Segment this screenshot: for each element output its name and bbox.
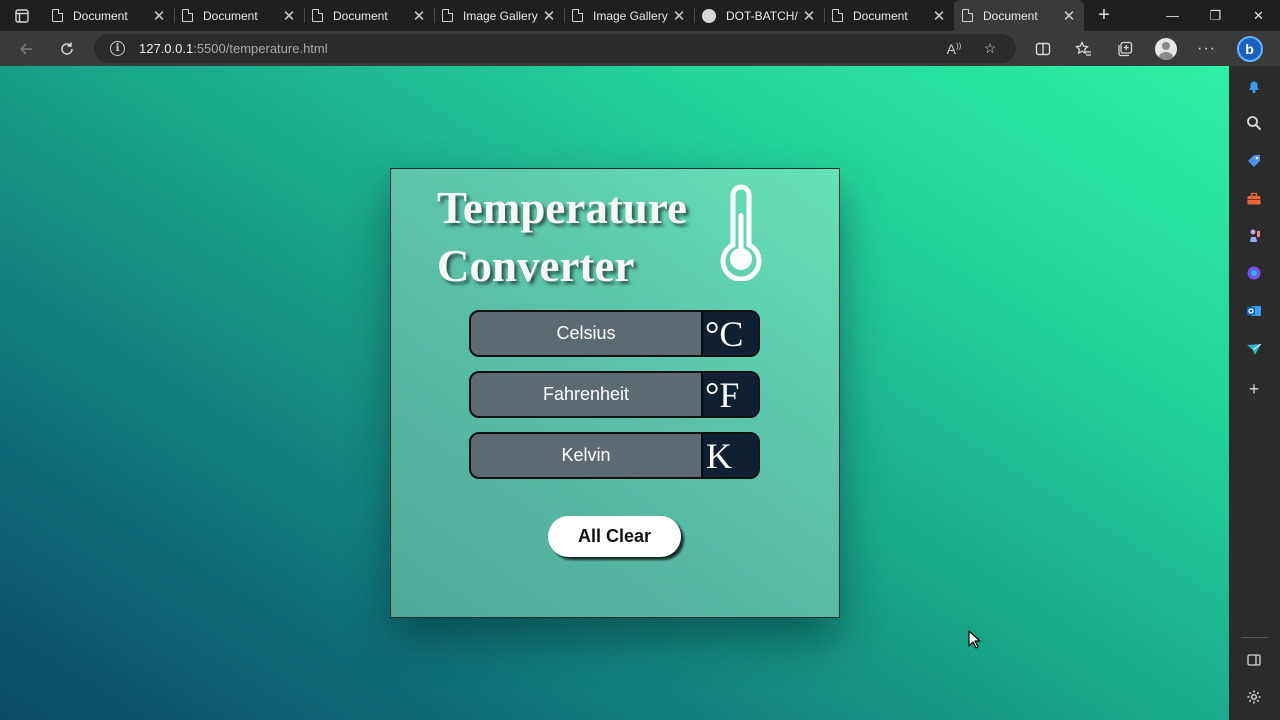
url-path: :5500/temperature.html xyxy=(193,41,328,56)
toolbox-icon[interactable] xyxy=(1245,190,1263,208)
chess-icon[interactable] xyxy=(1245,227,1263,245)
add-icon[interactable]: + xyxy=(1245,379,1263,399)
celsius-unit-label: °C xyxy=(701,312,758,355)
toolbar-right: ··· b xyxy=(1022,31,1270,66)
window-close-icon[interactable]: ✕ xyxy=(1237,0,1280,31)
tab-image-gallery-1[interactable]: Image Gallery ✕ xyxy=(434,0,564,31)
document-icon xyxy=(962,9,973,22)
edge-sidebar: + xyxy=(1229,66,1280,720)
close-icon[interactable]: ✕ xyxy=(152,7,166,25)
tab-actions-icon xyxy=(15,8,29,23)
read-aloud-icon[interactable]: A)) xyxy=(936,41,972,57)
collections-icon xyxy=(1117,41,1132,56)
document-icon xyxy=(572,9,583,22)
tab-title: DOT-BATCH/ xyxy=(726,8,798,23)
bing-icon: b xyxy=(1236,35,1263,62)
document-icon xyxy=(442,9,453,22)
close-icon[interactable]: ✕ xyxy=(932,7,946,25)
outlook-icon[interactable] xyxy=(1245,302,1263,320)
tab-title: Image Gallery xyxy=(593,8,668,23)
sidebar-divider xyxy=(1241,637,1268,638)
send-icon[interactable] xyxy=(1245,340,1263,358)
tab-title: Image Gallery xyxy=(463,8,538,23)
fahrenheit-input[interactable]: Fahrenheit xyxy=(471,373,701,416)
tab-document-active[interactable]: Document ✕ xyxy=(954,0,1084,31)
browser-toolbar: i 127.0.0.1:5500/temperature.html A)) ☆ … xyxy=(0,31,1280,66)
back-arrow-icon xyxy=(19,42,32,55)
site-info-icon[interactable]: i xyxy=(110,41,125,56)
settings-icon[interactable] xyxy=(1245,688,1263,706)
profile-button[interactable] xyxy=(1145,31,1186,66)
tab-document-2[interactable]: Document ✕ xyxy=(174,0,304,31)
fahrenheit-field[interactable]: Fahrenheit °F xyxy=(469,371,760,418)
celsius-field[interactable]: Celsius °C xyxy=(469,310,760,357)
tab-actions-button[interactable] xyxy=(0,0,44,31)
tab-document-4[interactable]: Document ✕ xyxy=(824,0,954,31)
tab-title: Document xyxy=(333,8,388,23)
read-aloud-label: A xyxy=(946,40,956,57)
close-icon[interactable]: ✕ xyxy=(672,7,686,25)
tag-icon[interactable] xyxy=(1245,152,1263,170)
tab-document-1[interactable]: Document ✕ xyxy=(44,0,174,31)
more-menu-button[interactable]: ··· xyxy=(1186,31,1227,66)
kelvin-unit-label: K xyxy=(701,434,758,477)
split-screen-icon[interactable] xyxy=(1245,651,1263,669)
github-icon xyxy=(702,8,716,23)
document-icon xyxy=(832,9,843,22)
title-line-2: Converter xyxy=(437,241,635,291)
converter-card: Temperature Converter Celsius °C Fahrenh… xyxy=(390,168,840,618)
refresh-button[interactable] xyxy=(47,31,87,66)
celsius-input[interactable]: Celsius xyxy=(471,312,701,355)
close-icon[interactable]: ✕ xyxy=(1062,7,1076,25)
title-line-1: Temperature xyxy=(437,183,687,233)
address-bar-actions: A)) ☆ xyxy=(936,34,1008,63)
search-icon[interactable] xyxy=(1245,114,1263,132)
tab-title: Document xyxy=(73,8,128,23)
close-icon[interactable]: ✕ xyxy=(542,7,556,25)
tab-image-gallery-2[interactable]: Image Gallery ✕ xyxy=(564,0,694,31)
avatar xyxy=(1154,37,1177,60)
fahrenheit-unit-label: °F xyxy=(701,373,758,416)
split-screen-button[interactable] xyxy=(1022,31,1063,66)
refresh-icon xyxy=(61,42,73,55)
mouse-cursor-icon xyxy=(968,630,981,649)
more-dots-icon: ··· xyxy=(1197,39,1216,57)
tab-title: Document xyxy=(983,8,1038,23)
all-clear-button[interactable]: All Clear xyxy=(548,516,681,557)
document-icon xyxy=(52,9,63,22)
minimize-icon[interactable]: — xyxy=(1151,0,1194,31)
favorites-icon xyxy=(1075,40,1091,56)
favorite-star-icon[interactable]: ☆ xyxy=(972,40,1008,57)
thermometer-icon xyxy=(720,184,762,281)
address-bar[interactable]: i 127.0.0.1:5500/temperature.html A)) ☆ xyxy=(94,34,1016,63)
tab-strip: Document ✕ Document ✕ Document ✕ Image G… xyxy=(0,0,1280,31)
copilot-icon[interactable] xyxy=(1245,264,1263,282)
split-screen-icon xyxy=(1035,42,1050,55)
tab-title: Document xyxy=(203,8,258,23)
tab-document-3[interactable]: Document ✕ xyxy=(304,0,434,31)
kelvin-input[interactable]: Kelvin xyxy=(471,434,701,477)
tab-title: Document xyxy=(853,8,908,23)
page-viewport: Temperature Converter Celsius °C Fahrenh… xyxy=(0,66,1229,720)
bing-copilot-button[interactable]: b xyxy=(1229,31,1270,66)
back-button[interactable] xyxy=(6,31,46,66)
close-icon[interactable]: ✕ xyxy=(802,7,816,25)
collections-button[interactable] xyxy=(1104,31,1145,66)
tab-github[interactable]: DOT-BATCH/ ✕ xyxy=(694,0,824,31)
url-host: 127.0.0.1 xyxy=(139,41,194,56)
close-icon[interactable]: ✕ xyxy=(412,7,426,25)
bell-icon[interactable] xyxy=(1245,77,1263,95)
page-title: Temperature Converter xyxy=(437,179,687,295)
document-icon xyxy=(182,9,193,22)
new-tab-button[interactable]: + xyxy=(1084,4,1124,27)
restore-icon[interactable]: ❐ xyxy=(1194,0,1237,31)
close-icon[interactable]: ✕ xyxy=(282,7,296,25)
window-controls: — ❐ ✕ xyxy=(1151,0,1280,31)
favorites-button[interactable] xyxy=(1063,31,1104,66)
kelvin-field[interactable]: Kelvin K xyxy=(469,432,760,479)
document-icon xyxy=(312,9,323,22)
